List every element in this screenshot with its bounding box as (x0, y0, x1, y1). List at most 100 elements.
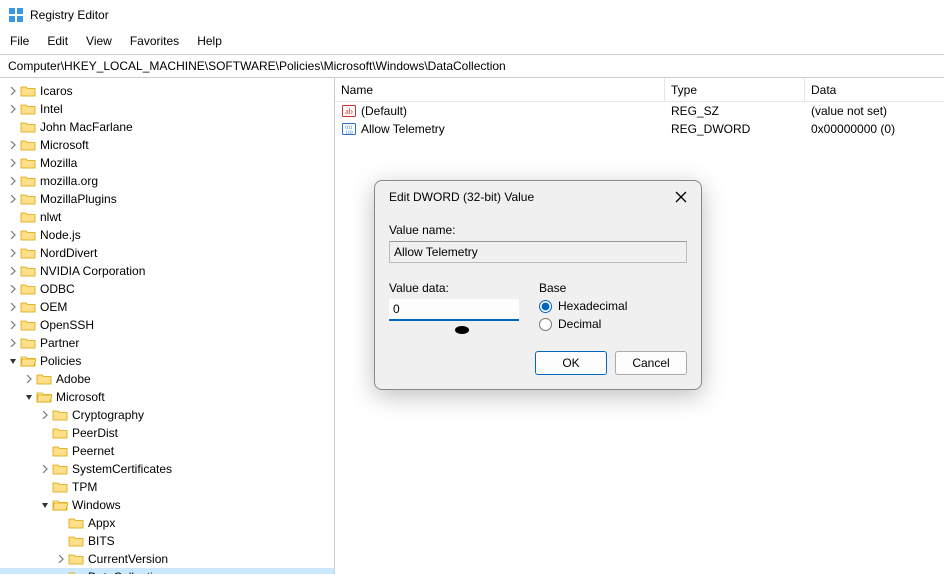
folder-icon (20, 138, 36, 152)
col-header-type[interactable]: Type (665, 78, 805, 101)
tree-item[interactable]: mozilla.org (0, 172, 334, 190)
tree-item[interactable]: Icaros (0, 82, 334, 100)
tree-item[interactable]: John MacFarlane (0, 118, 334, 136)
tree-item-label: Cryptography (72, 408, 144, 422)
chevron-right-icon[interactable] (6, 282, 20, 296)
chevron-down-icon[interactable] (38, 498, 52, 512)
tree-item[interactable]: OEM (0, 298, 334, 316)
value-type: REG_SZ (665, 102, 805, 120)
folder-open-icon (68, 570, 84, 574)
radio-hex-input[interactable] (539, 300, 552, 313)
chevron-down-icon[interactable] (22, 390, 36, 404)
tree-item[interactable]: SystemCertificates (0, 460, 334, 478)
radio-dec[interactable]: Decimal (539, 317, 687, 331)
tree-item[interactable]: OpenSSH (0, 316, 334, 334)
folder-icon (20, 228, 36, 242)
folder-icon (20, 336, 36, 350)
radio-hex[interactable]: Hexadecimal (539, 299, 687, 313)
tree-item-label: Intel (40, 102, 63, 116)
tree-item[interactable]: Microsoft (0, 136, 334, 154)
tree-item-label: Microsoft (56, 390, 105, 404)
tree-item[interactable]: PeerDist (0, 424, 334, 442)
cancel-button[interactable]: Cancel (615, 351, 687, 375)
chevron-right-icon[interactable] (6, 138, 20, 152)
chevron-right-icon[interactable] (6, 156, 20, 170)
tree-item[interactable]: Policies (0, 352, 334, 370)
tree-item[interactable]: TPM (0, 478, 334, 496)
chevron-right-icon[interactable] (6, 228, 20, 242)
window-title: Registry Editor (30, 8, 109, 22)
col-header-data[interactable]: Data (805, 78, 944, 101)
chevron-down-icon[interactable] (6, 354, 20, 368)
folder-icon (20, 102, 36, 116)
folder-icon (20, 156, 36, 170)
chevron-right-icon[interactable] (6, 318, 20, 332)
folder-icon (36, 372, 52, 386)
tree-item[interactable]: BITS (0, 532, 334, 550)
tree-item[interactable]: Microsoft (0, 388, 334, 406)
folder-icon (68, 534, 84, 548)
tree-item[interactable]: Appx (0, 514, 334, 532)
folder-icon (68, 516, 84, 530)
tree-item[interactable]: Windows (0, 496, 334, 514)
folder-icon (52, 480, 68, 494)
tree-item[interactable]: Adobe (0, 370, 334, 388)
chevron-right-icon[interactable] (6, 102, 20, 116)
menu-favorites[interactable]: Favorites (130, 34, 179, 48)
tree-item[interactable]: NVIDIA Corporation (0, 262, 334, 280)
tree-item[interactable]: Partner (0, 334, 334, 352)
folder-open-icon (52, 498, 68, 512)
list-item[interactable]: 011110Allow TelemetryREG_DWORD0x00000000… (335, 120, 944, 138)
chevron-right-icon[interactable] (38, 462, 52, 476)
tree-item[interactable]: MozillaPlugins (0, 190, 334, 208)
menu-file[interactable]: File (10, 34, 29, 48)
tree-item-label: Node.js (40, 228, 81, 242)
tree-item-label: NordDivert (40, 246, 97, 260)
folder-icon (20, 264, 36, 278)
close-icon[interactable] (673, 189, 689, 205)
tree-item[interactable]: nlwt (0, 208, 334, 226)
menu-edit[interactable]: Edit (47, 34, 68, 48)
svg-text:110: 110 (345, 131, 353, 136)
tree-item[interactable]: Node.js (0, 226, 334, 244)
tree-item[interactable]: NordDivert (0, 244, 334, 262)
tree-item[interactable]: Peernet (0, 442, 334, 460)
tree-item[interactable]: Mozilla (0, 154, 334, 172)
value-data-label: Value data: (389, 281, 519, 295)
list-item[interactable]: ab(Default)REG_SZ(value not set) (335, 102, 944, 120)
chevron-right-icon[interactable] (6, 84, 20, 98)
menu-view[interactable]: View (86, 34, 112, 48)
chevron-right-icon[interactable] (22, 372, 36, 386)
tree-item-label: Adobe (56, 372, 91, 386)
value-name-label: Value name: (389, 223, 687, 237)
chevron-right-icon[interactable] (6, 192, 20, 206)
chevron-right-icon[interactable] (6, 300, 20, 314)
tree-item-label: MozillaPlugins (40, 192, 117, 206)
tree-item[interactable]: Cryptography (0, 406, 334, 424)
chevron-right-icon[interactable] (6, 336, 20, 350)
ok-button[interactable]: OK (535, 351, 607, 375)
tree-item-label: PeerDist (72, 426, 118, 440)
radio-dec-input[interactable] (539, 318, 552, 331)
tree-item[interactable]: DataCollection (0, 568, 334, 574)
chevron-right-icon[interactable] (6, 246, 20, 260)
chevron-right-icon[interactable] (54, 552, 68, 566)
tree-item[interactable]: ODBC (0, 280, 334, 298)
folder-icon (52, 462, 68, 476)
address-prefix: Computer\ (8, 59, 64, 73)
tree-item-label: DataCollection (88, 570, 166, 574)
tree-panel[interactable]: IcarosIntelJohn MacFarlaneMicrosoftMozil… (0, 78, 335, 574)
chevron-right-icon[interactable] (38, 408, 52, 422)
menu-help[interactable]: Help (197, 34, 222, 48)
chevron-right-icon[interactable] (6, 264, 20, 278)
chevron-right-icon[interactable] (6, 174, 20, 188)
value-data-field[interactable] (389, 299, 519, 321)
col-header-name[interactable]: Name (335, 78, 665, 101)
folder-icon (20, 84, 36, 98)
tree-item[interactable]: CurrentVersion (0, 550, 334, 568)
tree-item-label: mozilla.org (40, 174, 98, 188)
folder-icon (68, 552, 84, 566)
address-bar[interactable]: Computer\HKEY_LOCAL_MACHINE\SOFTWARE\Pol… (0, 54, 944, 78)
reg-string-icon: ab (341, 103, 357, 119)
tree-item[interactable]: Intel (0, 100, 334, 118)
